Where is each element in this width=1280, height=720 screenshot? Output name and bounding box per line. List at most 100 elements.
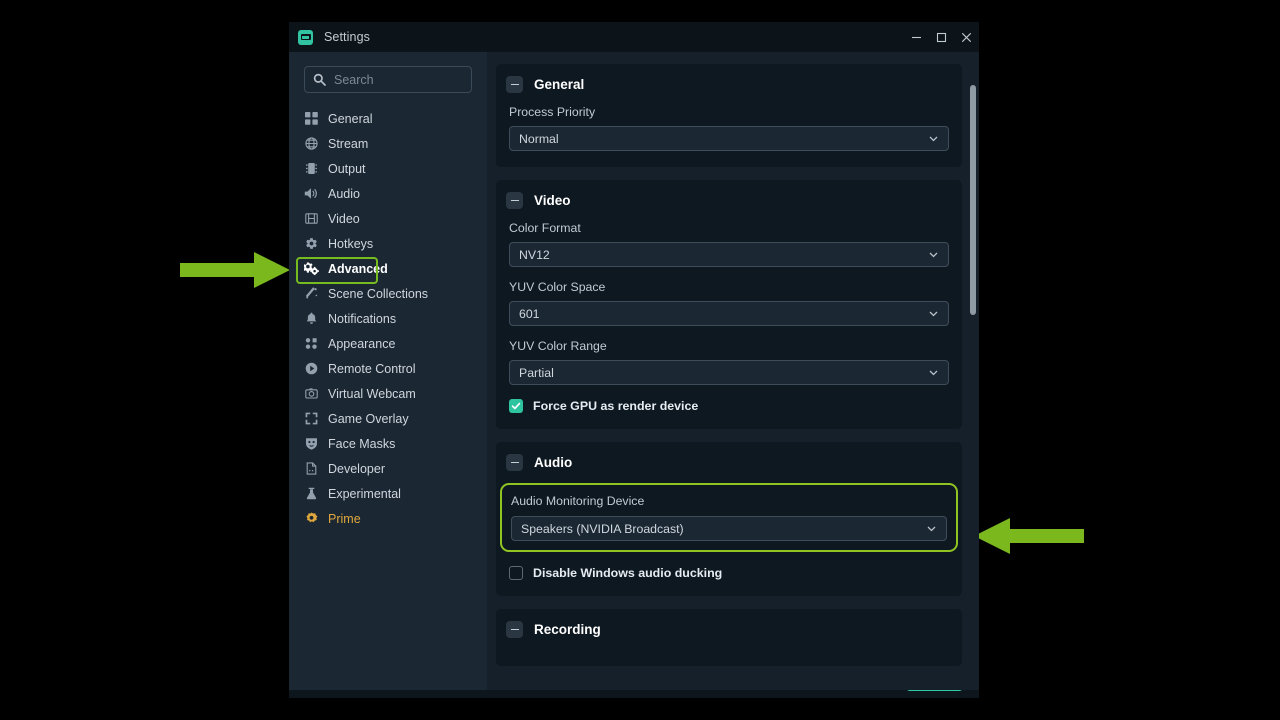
search-box[interactable] [304,66,472,93]
gears-icon [303,261,319,277]
minus-icon[interactable] [506,76,523,93]
sidebar-item-label: Video [328,212,360,226]
mask-icon [303,436,319,452]
camera-icon [303,386,319,402]
wand-icon [303,286,319,302]
minus-icon[interactable] [506,454,523,471]
sidebar-item-remote-control[interactable]: Remote Control [289,356,487,381]
select-value: NV12 [519,248,550,262]
section-title: Audio [534,455,572,470]
section-title: Video [534,193,571,208]
close-icon[interactable] [954,22,979,52]
section-title: General [534,77,584,92]
sidebar-item-label: Appearance [328,337,395,351]
chevron-down-icon [928,133,939,144]
sidebar-item-audio[interactable]: Audio [289,181,487,206]
sidebar-item-label: Advanced [328,262,388,276]
field-label: Process Priority [509,105,949,119]
checkbox-checked-icon[interactable] [509,399,523,413]
sidebar-item-stream[interactable]: Stream [289,131,487,156]
chevron-down-icon [928,367,939,378]
field-yuv-color-range: YUV Color Range Partial [496,339,962,385]
section-video-header[interactable]: Video [496,192,962,209]
chevron-down-icon [926,523,937,534]
sidebar-item-scene-collections[interactable]: Scene Collections [289,281,487,306]
section-recording: Recording [496,609,962,666]
checkbox-label: Force GPU as render device [533,399,698,413]
select-value: Speakers (NVIDIA Broadcast) [521,522,684,536]
chevron-down-icon [928,249,939,260]
film-icon [303,211,319,227]
minus-icon[interactable] [506,192,523,209]
select-value: 601 [519,307,540,321]
sidebar-item-experimental[interactable]: Experimental [289,481,487,506]
globe-icon [303,136,319,152]
section-title: Recording [534,622,601,637]
sidebar-item-label: Virtual Webcam [328,387,416,401]
section-recording-header[interactable]: Recording [496,621,962,638]
field-yuv-color-space: YUV Color Space 601 [496,280,962,326]
section-general-header[interactable]: General [496,76,962,93]
prime-icon [303,511,319,527]
content-scrollbar[interactable] [969,52,977,690]
sidebar-item-developer[interactable]: Developer [289,456,487,481]
process-priority-select[interactable]: Normal [509,126,949,151]
sidebar-item-label: Prime [328,512,361,526]
chevron-down-icon [928,308,939,319]
scrollbar-thumb[interactable] [970,85,976,315]
sidebar-item-label: Experimental [328,487,401,501]
gear-icon [303,236,319,252]
search-input[interactable] [334,73,463,87]
sidebar-item-label: Hotkeys [328,237,373,251]
field-color-format: Color Format NV12 [496,221,962,267]
checkbox-row-force-gpu[interactable]: Force GPU as render device [496,399,962,413]
minus-icon[interactable] [506,621,523,638]
sidebar-item-label: General [328,112,372,126]
window-title: Settings [324,30,370,44]
sidebar-item-label: Face Masks [328,437,395,451]
chip-icon [303,161,319,177]
sidebar-item-label: Audio [328,187,360,201]
flask-icon [303,486,319,502]
sidebar-item-hotkeys[interactable]: Hotkeys [289,231,487,256]
sidebar-item-virtual-webcam[interactable]: Virtual Webcam [289,381,487,406]
sidebar-item-label: Output [328,162,366,176]
field-label: Audio Monitoring Device [511,494,947,508]
window-controls [904,22,979,52]
section-general: General Process Priority Normal [496,64,962,167]
field-label: YUV Color Space [509,280,949,294]
title-bar: Settings [289,22,979,52]
document-icon [303,461,319,477]
yuv-color-range-select[interactable]: Partial [509,360,949,385]
sidebar-item-output[interactable]: Output [289,156,487,181]
sidebar-item-video[interactable]: Video [289,206,487,231]
sidebar-item-advanced[interactable]: Advanced [289,256,487,281]
sidebar-item-face-masks[interactable]: Face Masks [289,431,487,456]
section-audio: Audio Audio Monitoring Device Speakers (… [496,442,962,596]
sidebar-item-label: Notifications [328,312,396,326]
sidebar-item-general[interactable]: General [289,106,487,131]
field-process-priority: Process Priority Normal [496,105,962,151]
yuv-color-space-select[interactable]: 601 [509,301,949,326]
minimize-icon[interactable] [904,22,929,52]
select-value: Partial [519,366,554,380]
settings-sidebar: General Stream Output Audio [289,52,487,690]
color-format-select[interactable]: NV12 [509,242,949,267]
checkbox-row-disable-ducking[interactable]: Disable Windows audio ducking [496,566,962,580]
bell-icon [303,311,319,327]
sidebar-item-game-overlay[interactable]: Game Overlay [289,406,487,431]
maximize-icon[interactable] [929,22,954,52]
settings-window: Settings [289,22,979,698]
search-icon [313,73,326,86]
checkbox-unchecked-icon[interactable] [509,566,523,580]
arrow-pointing-to-audio-monitoring-device [972,518,1084,554]
section-audio-header[interactable]: Audio [496,454,962,471]
play-circle-icon [303,361,319,377]
sidebar-item-appearance[interactable]: Appearance [289,331,487,356]
speaker-icon [303,186,319,202]
checkbox-label: Disable Windows audio ducking [533,566,722,580]
select-value: Normal [519,132,559,146]
audio-monitoring-device-select[interactable]: Speakers (NVIDIA Broadcast) [511,516,947,541]
sidebar-item-prime[interactable]: Prime [289,506,487,531]
sidebar-item-notifications[interactable]: Notifications [289,306,487,331]
